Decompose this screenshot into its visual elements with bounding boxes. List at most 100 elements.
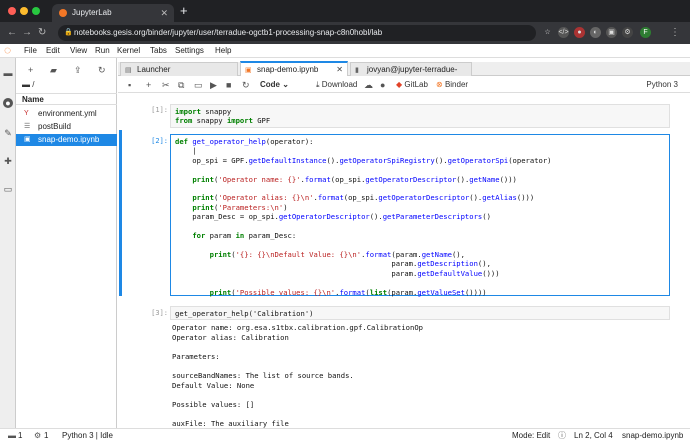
menu-settings[interactable]: Settings [175,46,204,55]
menu-run[interactable]: Run [95,46,110,55]
browser-tab[interactable]: JupyterLab ✕ [52,4,174,22]
cell-type-select[interactable]: Code ⌄ [260,80,289,90]
terminal-icon: ▮ [355,67,359,74]
copy-icon[interactable]: ⧉ [178,79,184,91]
paste-icon[interactable]: ▭ [194,79,203,91]
binder-label: Binder [444,80,469,89]
menu-kernel[interactable]: Kernel [117,46,140,55]
menu-help[interactable]: Help [215,46,231,55]
terminal-count-icon: ▬ [8,431,16,440]
gitlab-label: GitLab [404,80,428,89]
status-bar: ▬ 1 ⚙ 1 Python 3 | Idle Mode: Edit ⓘ Ln … [0,428,690,442]
restart-icon[interactable]: ↻ [242,79,250,91]
browser-tab-bar: JupyterLab ✕ + [0,0,690,22]
binder-button[interactable]: ⊗ Binder [436,80,468,90]
extension-puzzle-icon[interactable]: ✚ [3,156,13,166]
notebook-file-icon: ▣ [24,136,31,143]
cell-prompt-active: [2]: [151,137,168,145]
notebook-toolbar: ▪ + ✂ ⧉ ▭ ▶ ■ ↻ Code ⌄ ⤓ Download ☁ ● ◆ … [118,77,690,93]
forward-icon[interactable]: → [22,27,32,39]
reload-icon[interactable]: ↻ [38,27,46,39]
extension-box-icon[interactable]: ▣ [606,27,617,38]
breadcrumb-path: / [32,80,35,89]
new-folder-icon[interactable]: ▰ [50,65,57,76]
code-cell-1[interactable]: import snappy from snappy import GPF [170,104,670,128]
save-icon[interactable]: ▪ [128,79,131,91]
tab-snap-demo[interactable]: ▣ snap-demo.ipynb ✕ [240,61,348,76]
tab-label: snap-demo.ipynb [257,65,319,74]
file-browser: + ▰ ⇪ ↻ ▬ / Name Y environment.yml ☰ pos… [16,58,117,428]
document-tab-bar: ▤ Launcher ▣ snap-demo.ipynb ✕ ▮ jovyan@… [118,61,690,76]
extension-code-icon[interactable]: </> [558,27,569,38]
address-bar-row: ← → ↻ 🔒 notebooks.gesis.org/binder/jupyt… [0,22,690,44]
extension-red-icon[interactable]: ● [574,27,585,38]
refresh-icon[interactable]: ↻ [98,65,106,76]
file-item-postbuild[interactable]: ☰ postBuild [16,121,117,133]
close-window-button[interactable] [8,7,16,15]
file-item-label: environment.yml [38,109,97,118]
file-list-header[interactable]: Name [16,93,117,105]
breadcrumb[interactable]: ▬ / [22,80,34,89]
status-filename: snap-demo.ipynb [622,431,684,440]
upload-icon[interactable]: ⇪ [74,65,82,76]
terminal-count[interactable]: 1 [18,429,22,442]
run-icon[interactable]: ▶ [210,79,217,91]
commands-icon[interactable]: ✎ [3,128,13,138]
chevron-down-icon: ⌄ [282,80,289,89]
cut-icon[interactable]: ✂ [162,79,170,91]
folder-icon[interactable]: ▬ [3,68,13,78]
file-item-label: snap-demo.ipynb [38,135,100,144]
profile-avatar[interactable]: F [640,27,651,38]
output-line: Possible values: [] [172,400,255,409]
browser-tab-title: JupyterLab [72,8,112,17]
tab-terminal[interactable]: ▮ jovyan@jupyter-terradue- [350,62,472,76]
notebook-icon: ▣ [245,67,252,74]
cell-prompt: [3]: [151,309,168,317]
tabs-icon[interactable]: ▭ [3,184,13,194]
folder-path-icon: ▬ [22,80,33,89]
jupyter-logo-icon: ◌ [4,43,12,57]
star-icon[interactable]: ☆ [542,27,553,38]
kernel-status[interactable]: Python 3 | Idle [62,429,113,442]
file-item-environment[interactable]: Y environment.yml [16,108,117,120]
menu-file[interactable]: File [24,46,37,55]
new-launcher-icon[interactable]: + [28,65,33,75]
text-file-icon: ☰ [24,123,31,130]
output-line: Operator alias: Calibration [172,333,289,342]
yaml-file-icon: Y [24,110,29,117]
extension-grey-icon[interactable]: ◐ [590,27,601,38]
kernel-count[interactable]: 1 [44,429,48,442]
code-cell-3[interactable]: get_operator_help('Calibration') [170,306,670,320]
new-tab-button[interactable]: + [180,4,188,18]
code-cell-2[interactable]: def get_operator_help(operator): | op_sp… [170,134,670,297]
github-icon[interactable]: ● [380,79,385,91]
editor-mode: Mode: Edit [512,431,551,440]
stop-icon[interactable]: ■ [226,79,231,91]
running-icon[interactable]: ● [3,98,13,108]
back-icon[interactable]: ← [7,27,17,39]
gitlab-button[interactable]: ◆ GitLab [396,80,428,90]
download-button[interactable]: ⤓ Download [316,80,357,90]
browser-menu-icon[interactable]: ⋮ [670,27,680,39]
cursor-position[interactable]: Ln 2, Col 4 [574,429,613,442]
url-input[interactable]: 🔒 notebooks.gesis.org/binder/jupyter/use… [58,25,536,41]
close-tab-icon[interactable]: ✕ [160,4,168,22]
insert-cell-icon[interactable]: + [146,79,151,91]
tab-launcher[interactable]: ▤ Launcher [120,62,238,76]
kernel-name[interactable]: Python 3 [646,80,678,89]
active-cell-indicator [119,130,122,296]
extension-gear-icon[interactable]: ⚙ [622,27,633,38]
cell-type-value: Code [260,80,280,89]
menu-view[interactable]: View [70,46,87,55]
kernel-count-icon: ⚙ [34,431,42,440]
file-item-snap-demo[interactable]: ▣ snap-demo.ipynb [16,134,117,146]
close-tab-icon[interactable]: ✕ [336,63,343,76]
menu-tabs[interactable]: Tabs [150,46,167,55]
menu-edit[interactable]: Edit [46,46,60,55]
notebook-cells: [1]: import snappy from snappy import GP… [118,94,690,428]
minimize-window-button[interactable] [20,7,28,15]
maximize-window-button[interactable] [32,7,40,15]
url-text: notebooks.gesis.org/binder/jupyter/user/… [74,28,383,37]
cloud-icon[interactable]: ☁ [364,79,373,91]
binder-icon: ⊗ [436,80,445,89]
